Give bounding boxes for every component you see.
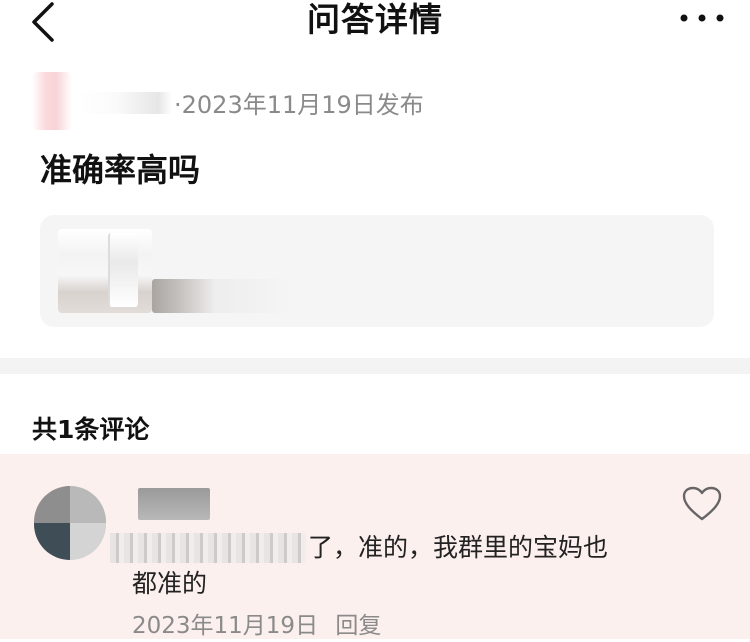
heart-outline-icon bbox=[682, 486, 722, 521]
comment-text: 了，准的，我群里的宝妈也 都准的 bbox=[132, 530, 692, 602]
page-title: 问答详情 bbox=[307, 0, 443, 39]
question-title: 准确率高吗 bbox=[40, 151, 201, 189]
author-name-redacted bbox=[80, 92, 172, 114]
more-dots-icon bbox=[680, 14, 724, 22]
comments-count: 共1条评论 bbox=[32, 415, 150, 444]
section-divider bbox=[0, 358, 750, 374]
author-avatar[interactable] bbox=[32, 72, 72, 130]
comment-text-line1: 了，准的，我群里的宝妈也 bbox=[308, 533, 609, 562]
comment-date: 2023年11月19日 bbox=[132, 613, 319, 639]
attachment-text-redacted bbox=[152, 279, 292, 313]
commenter-name-redacted bbox=[138, 488, 210, 520]
comment-item: 了，准的，我群里的宝妈也 都准的 2023年11月19日 回复 bbox=[0, 454, 750, 639]
commenter-avatar[interactable] bbox=[34, 486, 106, 560]
like-button[interactable] bbox=[682, 486, 722, 522]
comment-meta: 2023年11月19日 回复 bbox=[132, 610, 381, 642]
more-button[interactable] bbox=[676, 8, 728, 28]
attachment-thumbnail bbox=[58, 229, 152, 313]
comment-text-line2: 都准的 bbox=[132, 569, 208, 598]
navigation-bar: 问答详情 bbox=[0, 0, 750, 46]
attachment-card[interactable] bbox=[40, 215, 714, 327]
reply-button[interactable]: 回复 bbox=[335, 613, 381, 639]
publish-meta: ·2023年11月19日发布 bbox=[174, 91, 424, 119]
question-author-row: ·2023年11月19日发布 bbox=[0, 70, 750, 132]
